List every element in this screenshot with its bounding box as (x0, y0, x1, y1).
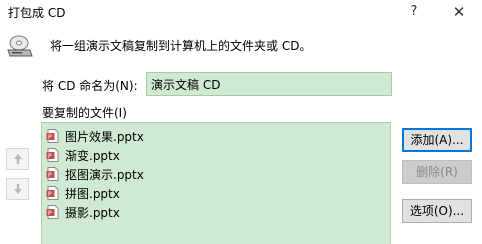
file-list-item[interactable]: P 渐变.pptx (46, 146, 120, 164)
arrow-down-icon (13, 184, 22, 194)
pptx-file-icon: P (46, 186, 59, 200)
move-down-button[interactable] (6, 178, 29, 200)
file-name: 摄影.pptx (65, 205, 120, 220)
dialog-title: 打包成 CD (8, 6, 66, 20)
svg-text:P: P (48, 210, 52, 217)
svg-text:P: P (48, 191, 52, 198)
pptx-file-icon: P (46, 205, 59, 219)
file-list-item[interactable]: P 抠图演示.pptx (46, 165, 144, 183)
arrow-up-icon (13, 154, 22, 164)
add-button[interactable]: 添加(A)... (402, 128, 472, 152)
file-list-item[interactable]: P 图片效果.pptx (46, 127, 144, 145)
file-list[interactable]: P 图片效果.pptx P 渐变.pptx P 抠图演示.pptx P 拼图.p… (41, 122, 391, 244)
files-to-copy-label: 要复制的文件(I) (42, 106, 127, 120)
remove-button[interactable]: 删除(R) (402, 160, 472, 184)
file-name: 拼图.pptx (65, 186, 120, 201)
svg-text:P: P (48, 134, 52, 141)
file-name: 抠图演示.pptx (65, 167, 144, 182)
svg-text:P: P (48, 172, 52, 179)
cd-name-input[interactable] (146, 72, 392, 96)
pptx-file-icon: P (46, 129, 59, 143)
file-name: 渐变.pptx (65, 148, 120, 163)
move-up-button[interactable] (6, 148, 29, 170)
dialog-description: 将一组演示文稿复制到计算机上的文件夹或 CD。 (50, 39, 312, 53)
pptx-file-icon: P (46, 148, 59, 162)
cd-name-label: 将 CD 命名为(N): (42, 79, 138, 93)
file-name: 图片效果.pptx (65, 129, 144, 144)
cd-drive-icon (7, 35, 33, 57)
pptx-file-icon: P (46, 167, 59, 181)
title-bar: 打包成 CD ? ✕ (0, 0, 482, 24)
svg-text:P: P (48, 153, 52, 160)
file-list-item[interactable]: P 摄影.pptx (46, 203, 120, 221)
file-list-item[interactable]: P 拼图.pptx (46, 184, 120, 202)
help-button[interactable]: ? (404, 0, 424, 24)
options-button[interactable]: 选项(O)... (402, 199, 472, 223)
close-button[interactable]: ✕ (448, 0, 470, 24)
